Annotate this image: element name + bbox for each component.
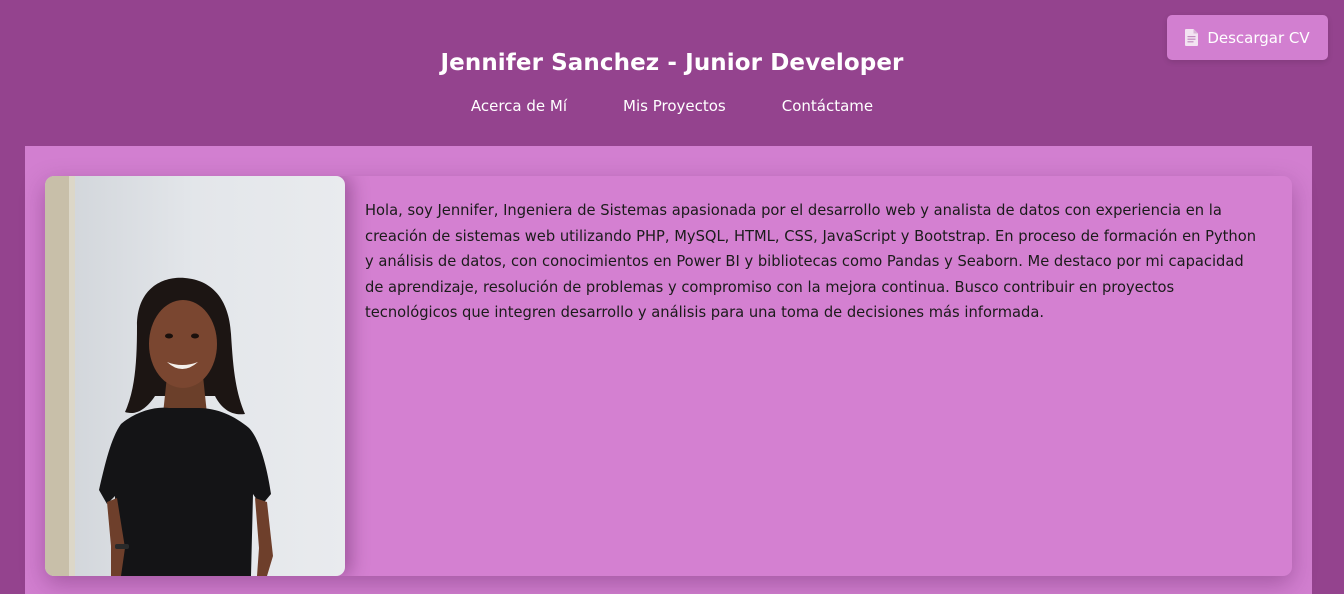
nav-link-about[interactable]: Acerca de Mí: [471, 97, 567, 115]
about-description: Hola, soy Jennifer, Ingeniera de Sistema…: [365, 202, 1257, 321]
page-title: Jennifer Sanchez - Junior Developer: [440, 50, 904, 76]
document-icon: [1185, 29, 1199, 46]
download-cv-label: Descargar CV: [1207, 28, 1310, 47]
download-cv-button[interactable]: Descargar CV: [1167, 15, 1328, 60]
about-card: Hola, soy Jennifer, Ingeniera de Sistema…: [45, 176, 1292, 576]
site-header: Jennifer Sanchez - Junior Developer Acer…: [0, 0, 1344, 146]
about-section: Hola, soy Jennifer, Ingeniera de Sistema…: [25, 146, 1312, 594]
main-nav: Acerca de Mí Mis Proyectos Contáctame: [0, 97, 1344, 115]
profile-photo: [45, 176, 345, 576]
nav-link-projects[interactable]: Mis Proyectos: [623, 97, 726, 115]
nav-link-contact[interactable]: Contáctame: [782, 97, 873, 115]
